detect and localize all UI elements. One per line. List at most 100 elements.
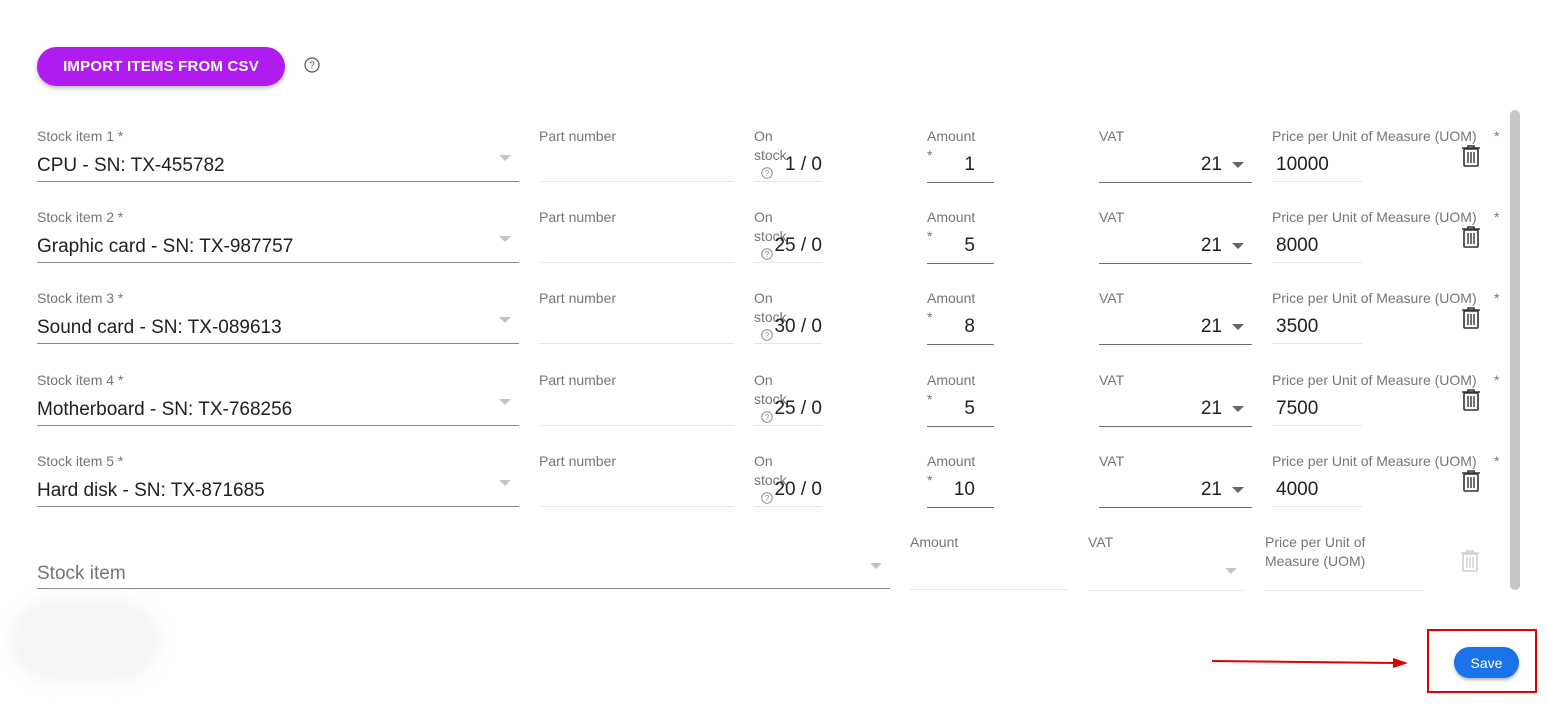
stock-item-select[interactable]: Hard disk - SN: TX-871685 — [37, 480, 265, 502]
vat-underline — [1099, 182, 1252, 183]
part-number-label: Part number — [539, 209, 617, 225]
price-uom-input[interactable]: 3500 — [1276, 316, 1318, 338]
price-uom-underline — [1272, 262, 1362, 263]
chevron-down-icon[interactable] — [499, 480, 511, 486]
amount-input[interactable]: 5 — [927, 398, 975, 420]
amount-underline — [927, 182, 994, 183]
stock-item-underline — [37, 506, 519, 507]
chevron-down-icon[interactable] — [1232, 243, 1244, 249]
chevron-down-icon[interactable] — [499, 236, 511, 242]
amount-input[interactable]: 5 — [927, 235, 975, 257]
stock-item-underline — [37, 343, 519, 344]
trash-icon[interactable] — [1460, 225, 1482, 254]
chevron-down-icon[interactable] — [1232, 406, 1244, 412]
on-stock-value: 25 / 0 — [774, 235, 822, 256]
stock-item-select[interactable]: CPU - SN: TX-455782 — [37, 155, 225, 177]
stock-item-underline — [37, 425, 519, 426]
amount-label: Amount — [927, 128, 976, 144]
price-uom-label: Price per Unit of Measure (UOM) — [1272, 290, 1477, 306]
price-uom-underline — [1272, 506, 1362, 507]
chevron-down-icon[interactable] — [1232, 324, 1244, 330]
new-amount-label: Amount — [910, 534, 959, 550]
chevron-down-icon[interactable] — [1232, 487, 1244, 493]
price-uom-required-mark: * — [1494, 128, 1500, 144]
chevron-down-icon[interactable] — [499, 399, 511, 405]
part-number-input[interactable] — [539, 343, 734, 344]
price-uom-label: Price per Unit of Measure (UOM) — [1272, 453, 1477, 469]
new-amount-field[interactable] — [910, 589, 1068, 590]
vat-underline — [1099, 426, 1252, 427]
amount-label: Amount — [927, 372, 976, 388]
vat-underline — [1099, 344, 1252, 345]
price-uom-input[interactable]: 4000 — [1276, 479, 1318, 501]
stock-item-label: Stock item 1 * — [37, 128, 124, 144]
stock-item-underline — [37, 262, 519, 263]
annotation-arrow-icon — [1211, 658, 1408, 668]
new-vat-label: VAT — [1088, 534, 1114, 550]
stock-item-underline — [37, 181, 519, 182]
vat-select[interactable]: 21 — [1099, 398, 1222, 420]
part-number-input[interactable] — [539, 506, 734, 507]
vat-label: VAT — [1099, 372, 1125, 388]
price-uom-input[interactable]: 7500 — [1276, 398, 1318, 420]
trash-icon[interactable] — [1460, 388, 1482, 417]
new-vat-field[interactable] — [1088, 590, 1245, 591]
amount-underline — [927, 263, 994, 264]
import-items-from-csv-button[interactable]: IMPORT ITEMS FROM CSV — [37, 47, 285, 86]
chevron-down-icon[interactable] — [1232, 162, 1244, 168]
chevron-down-icon[interactable] — [499, 155, 511, 161]
on-stock-underline — [754, 262, 822, 263]
part-number-label: Part number — [539, 128, 617, 144]
vat-select[interactable]: 21 — [1099, 235, 1222, 257]
trash-icon — [1459, 549, 1481, 578]
stock-item-underline — [37, 588, 890, 589]
stock-item-select[interactable]: Sound card - SN: TX-089613 — [37, 317, 282, 339]
stock-item-placeholder[interactable]: Stock item — [37, 563, 126, 585]
part-number-input[interactable] — [539, 262, 734, 263]
stock-item-select[interactable]: Graphic card - SN: TX-987757 — [37, 236, 293, 258]
stock-item-label: Stock item 2 * — [37, 209, 124, 225]
on-stock-label-on: On — [754, 128, 773, 144]
vat-select[interactable]: 21 — [1099, 479, 1222, 501]
new-price-field[interactable] — [1265, 590, 1423, 591]
chevron-down-icon[interactable] — [870, 563, 882, 569]
on-stock-value: 1 / 0 — [785, 154, 822, 175]
price-uom-input[interactable]: 10000 — [1276, 154, 1329, 176]
vat-select[interactable]: 21 — [1099, 154, 1222, 176]
stock-item-label: Stock item 3 * — [37, 290, 124, 306]
trash-icon[interactable] — [1460, 144, 1482, 173]
stock-item-select[interactable]: Motherboard - SN: TX-768256 — [37, 399, 292, 421]
help-circle-icon[interactable]: ? — [304, 57, 320, 78]
trash-icon[interactable] — [1460, 306, 1482, 335]
amount-underline — [927, 344, 994, 345]
vat-select[interactable]: 21 — [1099, 316, 1222, 338]
stock-item-label: Stock item 5 * — [37, 453, 124, 469]
chevron-down-icon[interactable] — [499, 317, 511, 323]
part-number-input[interactable] — [539, 425, 734, 426]
on-stock-label-on: On — [754, 453, 773, 469]
trash-icon[interactable] — [1460, 469, 1482, 498]
save-button[interactable]: Save — [1454, 647, 1519, 678]
amount-underline — [927, 426, 994, 427]
chevron-down-icon[interactable] — [1225, 568, 1237, 574]
vat-underline — [1099, 263, 1252, 264]
amount-input[interactable]: 8 — [927, 316, 975, 338]
on-stock-label-on: On — [754, 372, 773, 388]
price-uom-label: Price per Unit of Measure (UOM) — [1272, 372, 1477, 388]
amount-input[interactable]: 1 — [927, 154, 975, 176]
vat-label: VAT — [1099, 453, 1125, 469]
amount-label: Amount — [927, 453, 976, 469]
part-number-label: Part number — [539, 290, 617, 306]
amount-input[interactable]: 10 — [927, 479, 975, 501]
amount-underline — [927, 507, 994, 508]
on-stock-value: 30 / 0 — [774, 316, 822, 337]
price-uom-underline — [1272, 181, 1362, 182]
scrollbar[interactable] — [1510, 110, 1520, 590]
price-uom-label: Price per Unit of Measure (UOM) — [1272, 128, 1477, 144]
new-price-label-line1: Price per Unit of — [1265, 534, 1366, 550]
price-uom-input[interactable]: 8000 — [1276, 235, 1318, 257]
part-number-input[interactable] — [539, 181, 734, 182]
price-uom-required-mark: * — [1494, 209, 1500, 225]
stock-item-label: Stock item 4 * — [37, 372, 124, 388]
on-stock-value: 20 / 0 — [774, 479, 822, 500]
